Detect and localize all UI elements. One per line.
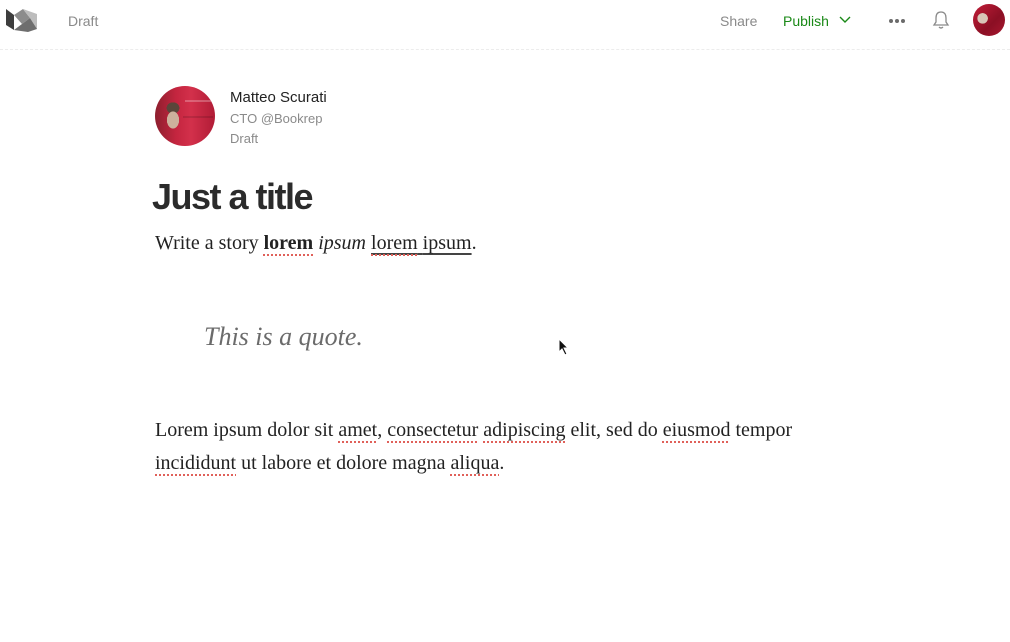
story-word: Write a story [155,232,259,254]
quote-block[interactable]: This is a quote. [204,322,363,352]
medium-logo-icon[interactable] [6,6,38,32]
story-bold-word: lorem [263,232,314,254]
spellcheck-word: incididunt [155,452,237,474]
author-status: Draft [230,131,259,146]
author-name[interactable]: Matteo Scurati [230,89,327,106]
article-title[interactable]: Just a title [152,176,314,218]
publish-label: Publish [783,13,829,29]
mouse-cursor-icon [558,338,570,356]
paragraph-text: tempor [735,419,793,441]
draft-status: Draft [68,13,99,29]
user-avatar[interactable] [973,4,1005,36]
author-avatar[interactable] [155,86,215,146]
avatar-detail [185,100,211,102]
story-period: . [471,232,477,254]
avatar-detail [183,116,213,118]
paragraph-text: elit, sed do [570,419,658,441]
spellcheck-word: amet [338,419,378,441]
paragraph-text: ut labore et dolore magna [241,452,446,474]
share-button[interactable]: Share [720,13,757,29]
author-bio: CTO @Bookrep [230,111,323,126]
spellcheck-word: adipiscing [483,419,566,441]
paragraph-text: , [377,419,383,441]
spellcheck-word: aliqua [450,452,500,474]
story-text[interactable]: Write a story lorem ipsum lorem ipsum. [155,232,477,255]
spellcheck-word: consectetur [387,419,479,441]
spellcheck-word: eiusmod [662,419,731,441]
paragraph[interactable]: Lorem ipsum dolor sit amet, consectetur … [155,414,835,480]
more-dots-icon[interactable] [887,11,907,29]
top-bar: Draft Share Publish [0,0,1010,50]
story-link[interactable]: lorem ipsum [371,232,472,254]
paragraph-text: Lorem ipsum dolor sit [155,419,334,441]
story-link-word: ipsum [422,232,472,254]
paragraph-text: . [499,452,505,474]
bell-icon[interactable] [932,10,950,30]
story-link-word: lorem [371,232,418,254]
publish-button[interactable]: Publish [783,13,851,29]
story-italic-word: ipsum [318,232,367,254]
chevron-down-icon [839,16,851,23]
